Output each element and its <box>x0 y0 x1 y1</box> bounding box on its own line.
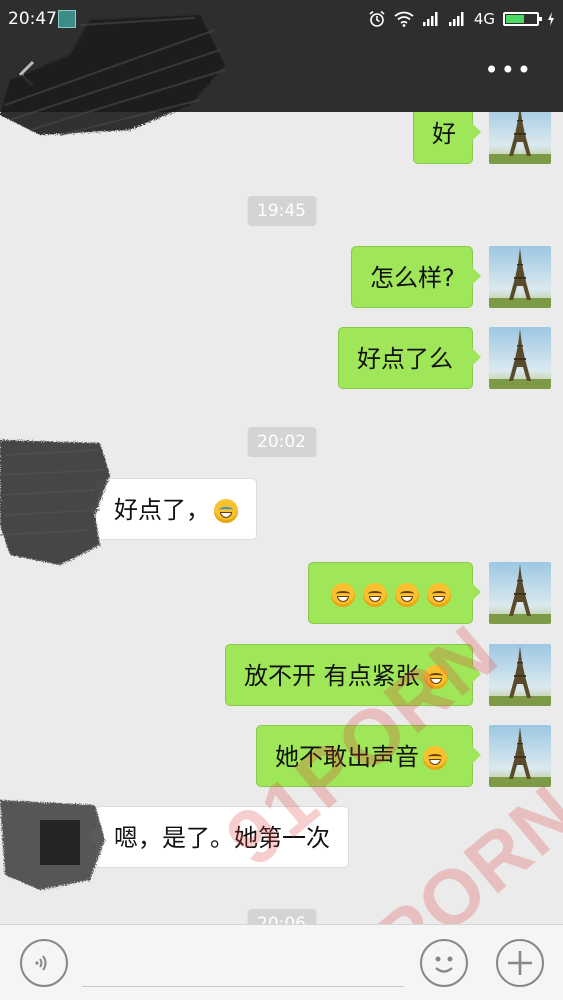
message-bubble[interactable]: 怎么样? <box>351 246 481 308</box>
network-type: 4G <box>473 10 495 28</box>
incoming-message: 嗯，是了。她第一次 <box>0 806 563 868</box>
message-bubble[interactable] <box>308 562 481 624</box>
input-bar <box>0 924 563 1000</box>
chat-header: ••• <box>0 38 563 112</box>
timestamp: 19:45 <box>247 196 316 226</box>
message-bubble[interactable]: 好点了么 <box>338 327 481 389</box>
grinning-emoji <box>427 583 451 607</box>
eiffel-tower-avatar <box>489 327 551 389</box>
message-text: 怎么样? <box>370 264 455 292</box>
message-bubble[interactable]: 放不开 有点紧张 <box>225 644 481 706</box>
signal-icon-1 <box>422 12 438 26</box>
avatar[interactable] <box>489 562 551 624</box>
message-text: 好点了么 <box>357 345 453 373</box>
timestamp: 20:06 <box>247 909 316 924</box>
emoji-icon <box>435 956 453 973</box>
eiffel-tower-avatar <box>489 246 551 308</box>
message-bubble[interactable]: 好 <box>413 112 481 164</box>
signal-icon-2 <box>448 12 464 26</box>
chat-screen: 20:47 4G ••• 好 19:45 怎么样? 好点了么 20:02 好点了… <box>0 0 563 1000</box>
status-bar: 20:47 4G <box>0 0 563 38</box>
emoji-button[interactable] <box>420 939 468 987</box>
timestamp: 20:02 <box>247 427 316 457</box>
grinning-emoji <box>423 665 448 689</box>
message-input[interactable] <box>82 939 404 987</box>
grinning-emoji <box>331 583 355 607</box>
message-text: 放不开 有点紧张 <box>244 662 420 690</box>
avatar[interactable] <box>489 725 551 787</box>
battery-icon <box>503 12 542 26</box>
message-bubble[interactable]: 好点了， <box>87 478 257 540</box>
plus-button[interactable] <box>496 939 544 987</box>
message-text: 她不敢出声音 <box>275 743 419 771</box>
outgoing-message: 好点了么 <box>0 327 563 389</box>
avatar[interactable] <box>489 246 551 308</box>
grinning-emoji <box>395 583 419 607</box>
eiffel-tower-avatar <box>489 112 551 164</box>
outgoing-message: 怎么样? <box>0 246 563 308</box>
outgoing-message: 她不敢出声音 <box>0 725 563 787</box>
grinning-emoji <box>363 583 387 607</box>
plus-icon <box>508 951 532 975</box>
status-time: 20:47 <box>8 9 57 29</box>
eiffel-tower-avatar <box>489 644 551 706</box>
message-list[interactable]: 好 19:45 怎么样? 好点了么 20:02 好点了， 放不开 有点紧张她不敢出声音嗯，是… <box>0 112 563 924</box>
voice-button[interactable] <box>20 939 68 987</box>
outgoing-message: 放不开 有点紧张 <box>0 644 563 706</box>
eiffel-tower-avatar <box>489 725 551 787</box>
alarm-icon <box>369 10 385 27</box>
message-bubble[interactable]: 她不敢出声音 <box>256 725 481 787</box>
voice-icon <box>35 955 47 971</box>
message-text: 好 <box>432 120 456 148</box>
eiffel-tower-avatar <box>489 562 551 624</box>
more-options-button[interactable]: ••• <box>485 56 533 84</box>
back-button[interactable] <box>18 60 36 95</box>
outgoing-message <box>0 562 563 624</box>
grinning-emoji <box>423 746 447 770</box>
crying-laughing-emoji <box>214 499 238 523</box>
notification-icon <box>58 10 76 28</box>
chevron-left-icon <box>18 60 35 88</box>
message-text: 好点了， <box>114 496 210 524</box>
incoming-message: 好点了， <box>0 478 563 540</box>
status-icons: 4G <box>368 8 555 30</box>
outgoing-message: 好 <box>0 112 563 164</box>
battery-level <box>506 15 524 23</box>
message-bubble[interactable]: 嗯，是了。她第一次 <box>87 806 349 868</box>
avatar[interactable] <box>489 644 551 706</box>
charging-icon <box>548 12 554 26</box>
message-text: 嗯，是了。她第一次 <box>114 824 330 852</box>
avatar[interactable] <box>489 327 551 389</box>
avatar[interactable] <box>489 112 551 164</box>
wifi-icon <box>394 11 414 27</box>
